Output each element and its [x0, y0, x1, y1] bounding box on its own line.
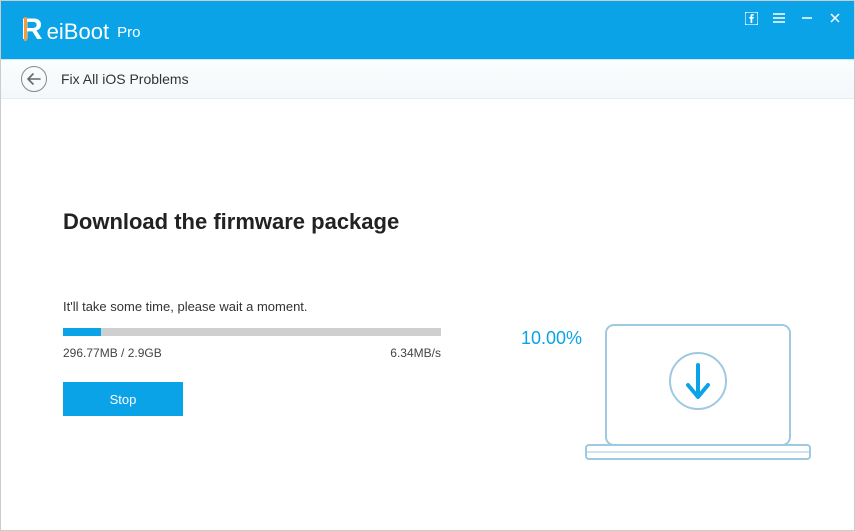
close-icon[interactable]: [828, 11, 842, 25]
percent-label: 10.00%: [521, 328, 582, 349]
logo-icon: R: [21, 13, 43, 47]
app-window: R eiBoot Pro Fix All iOS Problems D: [0, 0, 855, 531]
subheader: Fix All iOS Problems: [1, 59, 854, 99]
download-speed: 6.34MB/s: [390, 346, 441, 360]
window-controls: [744, 1, 842, 25]
laptop-download-illustration: [578, 319, 818, 474]
subheader-title: Fix All iOS Problems: [61, 71, 189, 87]
page-title: Download the firmware package: [63, 209, 503, 235]
progress-meta: 296.77MB / 2.9GB 6.34MB/s: [63, 346, 441, 360]
title-bar: R eiBoot Pro: [1, 1, 854, 59]
stop-button[interactable]: Stop: [63, 382, 183, 416]
menu-icon[interactable]: [772, 11, 786, 25]
brand-name: eiBoot: [47, 19, 109, 45]
progress-bar: [63, 328, 441, 336]
brand-suffix: Pro: [117, 24, 140, 41]
wait-message: It'll take some time, please wait a mome…: [63, 299, 503, 314]
progress-fill: [63, 328, 101, 336]
facebook-icon[interactable]: [744, 11, 758, 25]
brand: R eiBoot Pro: [21, 13, 140, 47]
download-panel: Download the firmware package It'll take…: [63, 209, 503, 530]
minimize-icon[interactable]: [800, 11, 814, 25]
back-button[interactable]: [21, 66, 47, 92]
progress-wrap: 10.00%: [63, 328, 503, 336]
content-area: Download the firmware package It'll take…: [1, 99, 854, 530]
downloaded-size: 296.77MB / 2.9GB: [63, 346, 162, 360]
